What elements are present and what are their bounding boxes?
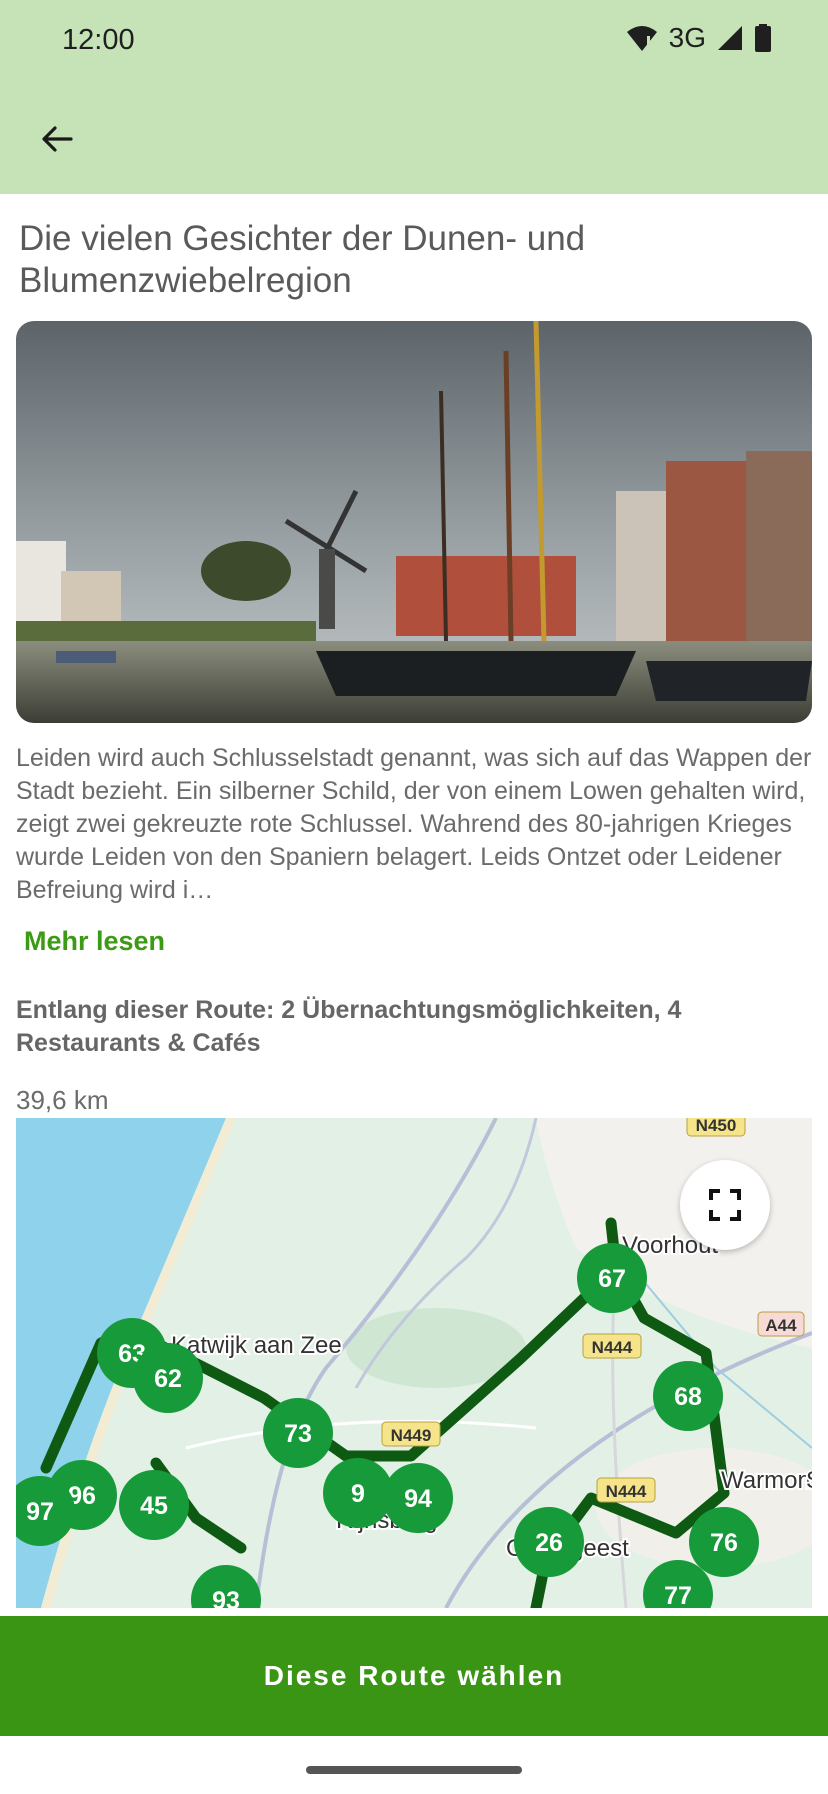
back-button[interactable] xyxy=(30,112,84,166)
svg-text:94: 94 xyxy=(404,1485,432,1513)
status-bar: 12:00 3G xyxy=(0,0,828,82)
gesture-nav-bar xyxy=(306,1766,522,1774)
map-place-label: Warmond xyxy=(721,1467,812,1494)
status-icons: 3G xyxy=(625,22,772,54)
fullscreen-button[interactable] xyxy=(680,1160,770,1250)
route-node-marker[interactable]: 93 xyxy=(191,1565,261,1608)
route-node-marker[interactable]: 68 xyxy=(653,1361,723,1431)
svg-text:68: 68 xyxy=(674,1383,702,1411)
svg-text:26: 26 xyxy=(535,1529,563,1557)
map-road-label: N449 xyxy=(381,1421,441,1447)
map-road-label: N444 xyxy=(582,1333,642,1359)
route-photo xyxy=(16,321,812,723)
map-road-label: A44 xyxy=(757,1311,805,1337)
route-node-marker[interactable]: 76 xyxy=(689,1507,759,1577)
map-place-label: Katwijk aan Zee xyxy=(171,1332,342,1359)
svg-text:97: 97 xyxy=(26,1498,54,1526)
svg-text:76: 76 xyxy=(710,1529,738,1557)
route-node-marker[interactable]: 45 xyxy=(119,1470,189,1540)
route-node-marker[interactable]: 26 xyxy=(514,1507,584,1577)
svg-text:N444: N444 xyxy=(606,1482,647,1501)
svg-text:N450: N450 xyxy=(696,1118,737,1135)
svg-text:73: 73 xyxy=(284,1420,312,1448)
svg-text:77: 77 xyxy=(664,1582,692,1608)
app-bar xyxy=(0,82,828,194)
map-road-label: N450 xyxy=(686,1118,746,1137)
svg-text:N449: N449 xyxy=(391,1426,432,1445)
route-node-marker[interactable]: 62 xyxy=(133,1343,203,1413)
signal-icon xyxy=(718,26,742,50)
route-node-marker[interactable]: 94 xyxy=(383,1463,453,1533)
svg-text:A44: A44 xyxy=(765,1316,797,1335)
battery-icon xyxy=(755,24,771,52)
map-road-label: N444 xyxy=(596,1477,656,1503)
read-more-link[interactable]: Mehr lesen xyxy=(24,926,165,957)
svg-text:67: 67 xyxy=(598,1265,626,1293)
map-place-label: Sassenheim xyxy=(806,1467,812,1494)
route-node-marker[interactable]: 67 xyxy=(577,1243,647,1313)
route-node-marker[interactable]: 9 xyxy=(323,1458,393,1528)
svg-text:N444: N444 xyxy=(592,1338,633,1357)
route-title: Die vielen Gesichter der Dunen- und Blum… xyxy=(19,219,586,300)
svg-text:45: 45 xyxy=(140,1492,168,1520)
fullscreen-icon xyxy=(709,1189,741,1221)
route-amenities: Entlang dieser Route: 2 Übernachtungsmög… xyxy=(16,996,682,1057)
svg-text:62: 62 xyxy=(154,1365,182,1393)
svg-text:9: 9 xyxy=(351,1480,365,1508)
route-distance: 39,6 km xyxy=(16,1085,109,1115)
wifi-icon xyxy=(626,26,657,51)
arrow-back-icon xyxy=(42,126,73,152)
route-node-marker[interactable]: 73 xyxy=(263,1398,333,1468)
network-type: 3G xyxy=(668,22,706,53)
status-time: 12:00 xyxy=(62,24,135,56)
svg-text:93: 93 xyxy=(212,1587,240,1608)
route-description: Leiden wird auch Schlusselstadt genannt,… xyxy=(16,744,812,904)
select-route-button[interactable]: Diese Route wählen xyxy=(0,1616,828,1736)
